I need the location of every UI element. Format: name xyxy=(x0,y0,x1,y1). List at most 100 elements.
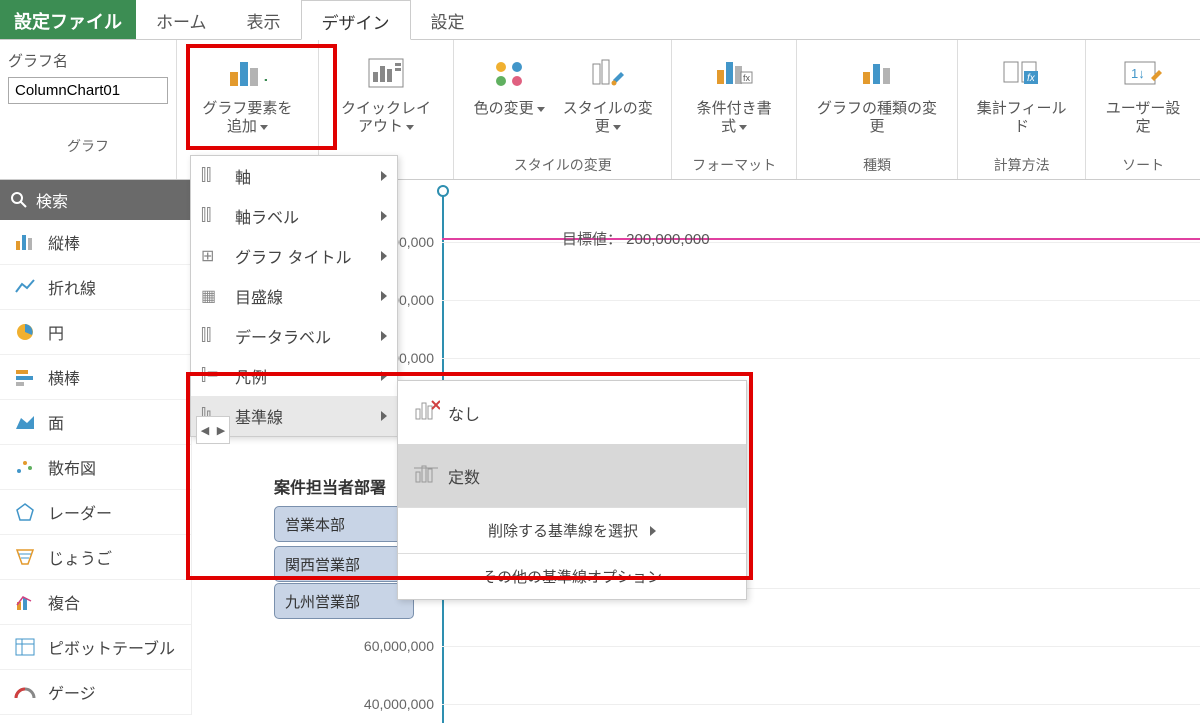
calc-field-icon: fx xyxy=(1002,50,1042,96)
scatter-chart-icon xyxy=(12,458,38,476)
sidebar-label: 折れ線 xyxy=(48,275,96,299)
none-refline-icon xyxy=(414,399,438,426)
sidebar-item-column[interactable]: 縦棒 xyxy=(0,220,191,265)
menu-item-gridlines[interactable]: ▦目盛線 xyxy=(191,276,397,316)
sidebar-item-bar[interactable]: 横棒 xyxy=(0,355,191,400)
radar-chart-icon xyxy=(12,502,38,522)
sidebar-item-pivot[interactable]: ピボットテーブル xyxy=(0,625,191,670)
menu-nav-arrows[interactable]: ◀ ▶ xyxy=(196,416,230,444)
legend-item[interactable]: 営業本部 xyxy=(274,506,414,542)
column-chart-icon xyxy=(12,233,38,251)
menu-item-chart-title[interactable]: ⊞グラフ タイトル xyxy=(191,236,397,276)
sidebar-search-label: 検索 xyxy=(36,188,68,212)
quick-layout-button[interactable]: クイックレイアウト xyxy=(329,46,443,140)
sidebar-label: 散布図 xyxy=(48,455,96,479)
style-brush-icon xyxy=(591,50,625,96)
submenu-item-other-options[interactable]: その他の基準線オプション xyxy=(398,553,746,599)
pivot-table-icon xyxy=(12,638,38,656)
submenu-item-select-delete[interactable]: 削除する基準線を選択 xyxy=(398,507,746,553)
submenu-arrow-icon xyxy=(381,371,387,381)
nav-right-icon[interactable]: ▶ xyxy=(217,424,225,437)
svg-text:fx: fx xyxy=(1027,73,1036,84)
area-chart-icon xyxy=(12,413,38,431)
change-chart-type-button[interactable]: グラフの種類の変更 xyxy=(807,46,947,140)
sidebar-item-pie[interactable]: 円 xyxy=(0,310,191,355)
group-label-chart: グラフ xyxy=(8,132,168,158)
line-chart-icon xyxy=(12,278,38,296)
sidebar-label: ピボットテーブル xyxy=(48,635,175,659)
submenu-item-none[interactable]: なし xyxy=(398,381,746,444)
color-dots-icon xyxy=(492,50,526,96)
legend-header: 案件担当者部署 xyxy=(274,474,386,498)
nav-left-icon[interactable]: ◀ xyxy=(201,424,209,437)
menu-item-axis-label[interactable]: ⫿⫿軸ラベル xyxy=(191,196,397,236)
chart-type-sidebar: 検索 縦棒 折れ線 円 横棒 面 散布図 レーダー じょうご 複合 ピボットテー… xyxy=(0,180,192,715)
change-style-label: スタイルの変更 xyxy=(562,100,653,136)
axis-label-icon: ⫿⫿ xyxy=(201,207,225,225)
add-chart-element-label: グラフ要素を追加 xyxy=(195,100,300,136)
sidebar-item-gauge[interactable]: ゲージ xyxy=(0,670,191,715)
submenu-arrow-icon xyxy=(381,331,387,341)
legend-item[interactable]: 九州営業部 xyxy=(274,583,414,619)
menu-item-legend[interactable]: ⫿▭凡例 xyxy=(191,356,397,396)
calc-field-button[interactable]: fx 集計フィールド xyxy=(968,46,1075,140)
group-label-format: フォーマット xyxy=(692,151,776,177)
legend-item[interactable]: 関西営業部 xyxy=(274,546,414,582)
chart-name-label: グラフ名 xyxy=(8,53,68,70)
sidebar-item-radar[interactable]: レーダー xyxy=(0,490,191,535)
menu-item-axis[interactable]: ⫿⫿軸 xyxy=(191,156,397,196)
sidebar-item-funnel[interactable]: じょうご xyxy=(0,535,191,580)
conditional-format-button[interactable]: fx 条件付き書式 xyxy=(682,46,786,140)
submenu-item-constant[interactable]: 定数 xyxy=(398,444,746,507)
sidebar-item-scatter[interactable]: 散布図 xyxy=(0,445,191,490)
group-label-calc: 計算方法 xyxy=(994,151,1050,177)
tab-view[interactable]: 表示 xyxy=(227,0,301,39)
data-label-icon: ⫿⫿ xyxy=(201,327,225,345)
sidebar-label: 面 xyxy=(48,410,64,434)
file-menu-button[interactable]: 設定ファイル xyxy=(0,0,136,39)
bar-chart-plus-icon: + xyxy=(227,50,267,96)
sidebar-label: 複合 xyxy=(48,590,80,614)
change-chart-type-label: グラフの種類の変更 xyxy=(815,100,939,136)
tab-design[interactable]: デザイン xyxy=(301,0,411,40)
sidebar-item-area[interactable]: 面 xyxy=(0,400,191,445)
chart-name-input[interactable] xyxy=(8,77,168,104)
submenu-arrow-icon xyxy=(381,411,387,421)
submenu-label: 削除する基準線を選択 xyxy=(488,520,638,541)
combo-chart-icon xyxy=(12,593,38,611)
target-line-label: 目標値： 200,000,000 xyxy=(562,228,710,249)
change-style-button[interactable]: スタイルの変更 xyxy=(554,46,661,140)
y-tick-label: 60,000,000 xyxy=(322,638,442,654)
top-menu-row: 設定ファイル ホーム 表示 デザイン 設定 xyxy=(0,0,1200,40)
layout-icon xyxy=(368,50,404,96)
submenu-arrow-icon xyxy=(381,251,387,261)
sidebar-label: 縦棒 xyxy=(48,230,80,254)
search-icon xyxy=(10,191,28,209)
sidebar-label: ゲージ xyxy=(48,680,96,704)
svg-text:+: + xyxy=(264,70,267,90)
axis-handle-icon[interactable] xyxy=(436,184,450,198)
sidebar-item-line[interactable]: 折れ線 xyxy=(0,265,191,310)
submenu-arrow-icon xyxy=(381,211,387,221)
y-tick-label: 40,000,000 xyxy=(322,696,442,712)
pie-chart-icon xyxy=(12,322,38,342)
target-reference-line[interactable] xyxy=(442,238,1200,240)
conditional-format-label: 条件付き書式 xyxy=(690,100,778,136)
tab-home[interactable]: ホーム xyxy=(136,0,227,39)
legend-icon: ⫿▭ xyxy=(201,367,225,385)
add-chart-element-button[interactable]: + グラフ要素を追加 xyxy=(187,46,308,140)
sidebar-search[interactable]: 検索 xyxy=(0,180,191,220)
gauge-chart-icon xyxy=(12,684,38,700)
menu-item-data-label[interactable]: ⫿⫿データラベル xyxy=(191,316,397,356)
add-element-dropdown: ⫿⫿軸 ⫿⫿軸ラベル ⊞グラフ タイトル ▦目盛線 ⫿⫿データラベル ⫿▭凡例 … xyxy=(190,155,398,437)
svg-text:1↓: 1↓ xyxy=(1131,66,1145,81)
change-colors-button[interactable]: 色の変更 xyxy=(464,46,554,140)
sidebar-label: 円 xyxy=(48,320,64,344)
conditional-format-icon: fx xyxy=(715,50,753,96)
sidebar-item-combo[interactable]: 複合 xyxy=(0,580,191,625)
group-label-style: スタイルの変更 xyxy=(514,151,612,177)
tab-settings[interactable]: 設定 xyxy=(411,0,485,39)
user-settings-button[interactable]: 1↓ ユーザー設定 xyxy=(1096,46,1190,140)
change-colors-label: 色の変更 xyxy=(474,100,545,118)
chart-name-panel: グラフ名 グラフ xyxy=(0,40,177,179)
